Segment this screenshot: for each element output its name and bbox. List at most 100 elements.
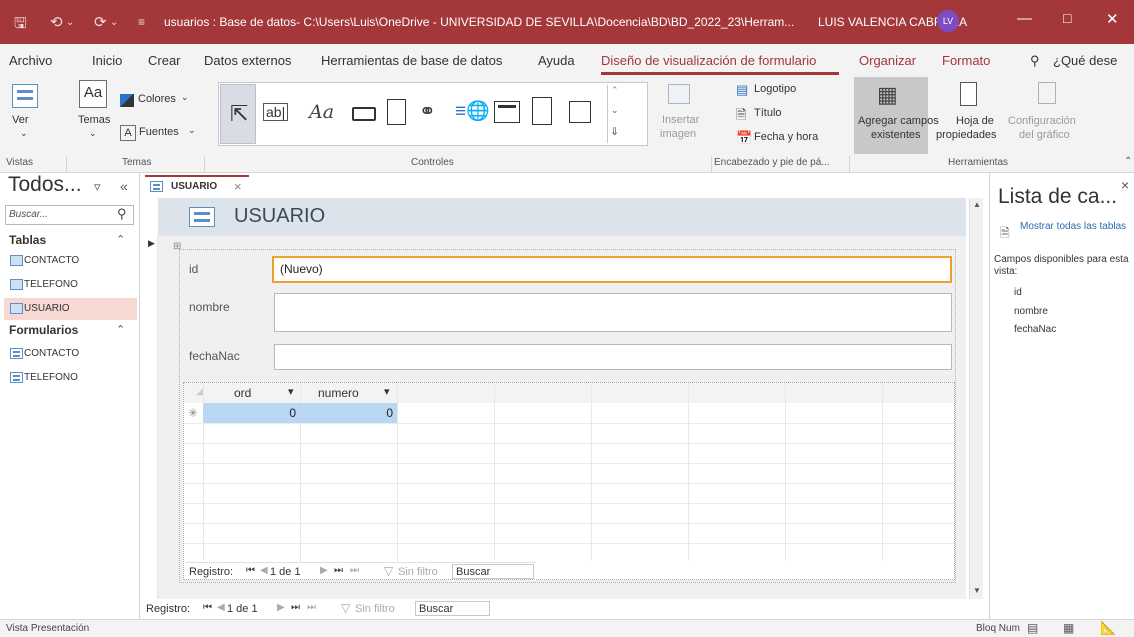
filter-icon[interactable]: ▽ bbox=[341, 601, 350, 615]
button-control-icon[interactable] bbox=[352, 107, 376, 121]
new-record-nav-icon[interactable]: ⏭ bbox=[307, 602, 316, 613]
nav-section-formularios[interactable]: Formularios bbox=[9, 323, 78, 337]
tab-crear[interactable]: Crear bbox=[148, 53, 181, 68]
nav-dropdown-icon[interactable]: ▿ bbox=[94, 179, 101, 195]
textbox-control-icon[interactable]: ab| bbox=[263, 103, 289, 121]
tell-me-search[interactable]: ¿Qué dese bbox=[1053, 53, 1117, 68]
nombre-field[interactable] bbox=[274, 293, 952, 332]
nav-item-table-telefono[interactable]: TELEFONO bbox=[4, 274, 137, 296]
nav-item-form-telefono[interactable]: TELEFONO bbox=[4, 367, 137, 389]
collapse-section-icon[interactable]: ⌃ bbox=[116, 323, 125, 336]
tab-archivo[interactable]: Archivo bbox=[9, 53, 52, 68]
titulo-button[interactable]: 🗎 Título bbox=[736, 106, 816, 124]
lightbulb-search-icon[interactable]: ⚲ bbox=[1030, 53, 1040, 69]
ver-button[interactable]: Ver ⌄ bbox=[6, 80, 52, 148]
tab-ayuda[interactable]: Ayuda bbox=[538, 53, 575, 68]
form-view-icon[interactable]: ▤ bbox=[1027, 621, 1038, 635]
field-item-nombre[interactable]: nombre bbox=[1014, 306, 1048, 317]
gallery-scroll[interactable]: ⌃ ⌄ ⇓ bbox=[607, 85, 623, 143]
new-record-nav-icon[interactable]: ⏭ bbox=[350, 565, 359, 576]
more-icon[interactable]: ⇓ bbox=[610, 125, 619, 138]
chevron-up-icon[interactable]: ⌃ bbox=[611, 85, 619, 96]
scroll-down-icon[interactable]: ▼ bbox=[973, 586, 981, 595]
nav-item-form-contacto[interactable]: CONTACTO bbox=[4, 343, 137, 365]
configuracion-grafico-button[interactable]: Configuración del gráfico bbox=[1008, 80, 1084, 148]
redo-icon[interactable]: ⟳ bbox=[94, 13, 107, 31]
colores-button[interactable]: Colores ⌄ bbox=[120, 92, 192, 110]
minimize-icon[interactable]: — bbox=[1017, 10, 1032, 27]
select-pointer-button[interactable]: ⇱ bbox=[220, 84, 256, 144]
tab-control-icon[interactable] bbox=[387, 99, 406, 125]
id-field[interactable]: (Nuevo) bbox=[272, 256, 952, 283]
avatar[interactable]: LV bbox=[937, 10, 959, 32]
tab-herramientas[interactable]: Herramientas de base de datos bbox=[321, 53, 502, 68]
nav-item-table-usuario[interactable]: USUARIO bbox=[4, 298, 137, 320]
nav-search-input[interactable]: Buscar... ⚲ bbox=[5, 205, 134, 225]
tab-datos-externos[interactable]: Datos externos bbox=[204, 53, 291, 68]
scroll-up-icon[interactable]: ▲ bbox=[973, 200, 981, 209]
redo-dropdown-icon[interactable]: ⌄ bbox=[110, 17, 118, 28]
web-browser-control-icon[interactable]: ≡🌐 bbox=[455, 99, 490, 123]
design-view-icon[interactable]: 📐 bbox=[1100, 620, 1116, 636]
first-record-icon[interactable]: ⏮ bbox=[203, 602, 212, 613]
nav-item-table-contacto[interactable]: CONTACTO bbox=[4, 250, 137, 272]
last-record-icon[interactable]: ⏭ bbox=[334, 565, 343, 576]
navigation-control-icon[interactable] bbox=[494, 101, 520, 123]
last-record-icon[interactable]: ⏭ bbox=[291, 602, 300, 613]
insertar-imagen-button[interactable]: Insertar imagen bbox=[654, 80, 706, 148]
close-icon[interactable]: ✕ bbox=[1106, 10, 1119, 28]
tab-usuario-form[interactable]: USUARIO × bbox=[145, 175, 249, 197]
hoja-propiedades-button[interactable]: Hoja de propiedades bbox=[934, 80, 1004, 148]
tab-organizar[interactable]: Organizar bbox=[859, 53, 916, 68]
form-title[interactable]: USUARIO bbox=[234, 205, 325, 228]
nav-section-tablas[interactable]: Tablas bbox=[9, 233, 46, 247]
undo-icon[interactable]: ⟲ bbox=[50, 13, 63, 31]
form-search-input[interactable]: Buscar bbox=[415, 601, 490, 616]
undo-dropdown-icon[interactable]: ⌄ bbox=[66, 17, 74, 28]
label-control-icon[interactable]: Aa bbox=[309, 101, 334, 123]
combo-box-control-icon[interactable] bbox=[569, 101, 591, 123]
close-pane-icon[interactable]: × bbox=[1121, 177, 1129, 193]
column-header-ord[interactable]: ord ▾ bbox=[203, 383, 300, 403]
record-selector[interactable]: ▶ bbox=[143, 236, 158, 599]
agregar-campos-button[interactable]: ▦ Agregar campos existentes bbox=[854, 77, 939, 154]
table-row[interactable]: ✳ 0 0 bbox=[184, 403, 954, 423]
filter-icon[interactable]: ▽ bbox=[384, 564, 393, 578]
fechanac-field[interactable] bbox=[274, 344, 952, 370]
logotipo-button[interactable]: ▤ Logotipo bbox=[736, 82, 816, 100]
collapse-section-icon[interactable]: ⌃ bbox=[116, 233, 125, 246]
maximize-icon[interactable]: □ bbox=[1063, 10, 1071, 26]
fecha-hora-button[interactable]: 📅 Fecha y hora bbox=[736, 130, 832, 148]
field-item-id[interactable]: id bbox=[1014, 287, 1022, 298]
previous-record-icon[interactable]: ◀ bbox=[217, 602, 225, 613]
next-record-icon[interactable]: ▶ bbox=[320, 565, 328, 576]
cell-ord[interactable]: 0 bbox=[203, 403, 300, 423]
next-record-icon[interactable]: ▶ bbox=[277, 602, 285, 613]
option-group-icon[interactable] bbox=[532, 97, 552, 125]
nav-title[interactable]: Todos... bbox=[8, 173, 82, 197]
collapse-pane-icon[interactable]: « bbox=[120, 178, 128, 194]
fuentes-button[interactable]: A Fuentes ⌄ bbox=[120, 125, 196, 143]
customize-toolbar-icon[interactable]: ≡ bbox=[138, 15, 145, 29]
collapse-ribbon-icon[interactable]: ⌃ bbox=[1124, 156, 1132, 167]
record-position[interactable]: 1 de 1 bbox=[270, 566, 301, 578]
record-position[interactable]: 1 de 1 bbox=[227, 603, 258, 615]
vertical-scrollbar[interactable]: ▲ ▼ bbox=[969, 198, 983, 599]
filter-status[interactable]: Sin filtro bbox=[355, 603, 395, 615]
cell-numero[interactable]: 0 bbox=[300, 403, 397, 423]
temas-button[interactable]: Aa Temas ⌄ bbox=[75, 80, 115, 148]
chevron-down-icon[interactable]: ⌄ bbox=[611, 105, 619, 116]
previous-record-icon[interactable]: ◀ bbox=[260, 565, 268, 576]
close-tab-icon[interactable]: × bbox=[234, 179, 242, 194]
save-icon[interactable]: 🖫 bbox=[14, 13, 27, 38]
subform-search-input[interactable]: Buscar bbox=[452, 564, 534, 579]
show-all-tables-link[interactable]: Mostrar todas las tablas bbox=[1020, 221, 1130, 233]
tab-inicio[interactable]: Inicio bbox=[92, 53, 122, 68]
tab-diseno-formulario[interactable]: Diseño de visualización de formulario bbox=[601, 53, 816, 68]
tab-formato[interactable]: Formato bbox=[942, 53, 990, 68]
hyperlink-control-icon[interactable]: ⚭ bbox=[419, 99, 436, 124]
filter-status[interactable]: Sin filtro bbox=[398, 566, 438, 578]
chevron-down-icon[interactable]: ▾ bbox=[384, 385, 390, 398]
column-header-numero[interactable]: numero ▾ bbox=[300, 383, 397, 403]
first-record-icon[interactable]: ⏮ bbox=[246, 565, 255, 576]
